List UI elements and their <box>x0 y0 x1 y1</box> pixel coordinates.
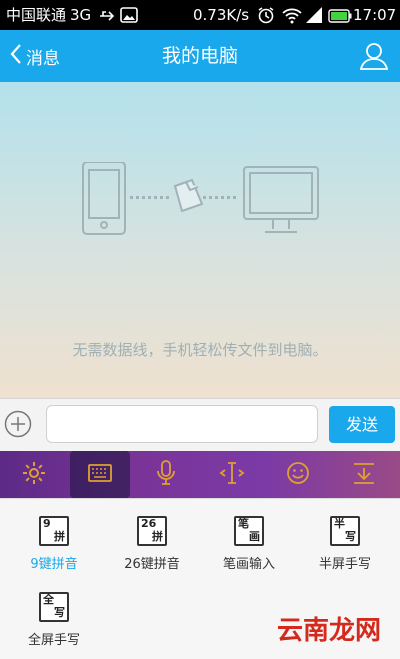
input-method-full-handwriting[interactable]: 全 写 全屏手写 <box>6 592 102 648</box>
cursor-button[interactable] <box>202 451 262 498</box>
emoji-icon <box>286 461 310 489</box>
add-attachment-button[interactable] <box>4 410 32 438</box>
plus-icon <box>4 410 32 442</box>
key-top-char: 笔 <box>238 517 249 530</box>
keyboard-button[interactable] <box>70 451 130 498</box>
input-method-9key-pinyin[interactable]: 9 拼 9键拼音 <box>6 516 102 572</box>
key-bottom-char: 写 <box>54 606 65 619</box>
key-bottom-char: 写 <box>345 530 356 543</box>
network-type: 3G <box>70 6 92 24</box>
alarm-icon <box>257 6 275 28</box>
network-speed: 0.73K/s <box>193 6 250 24</box>
settings-icon <box>22 461 46 489</box>
phone-icon <box>82 161 126 235</box>
key-icon: 全 写 <box>39 592 69 622</box>
signal-icon <box>305 6 323 28</box>
chat-area: 无需数据线，手机轻松传文件到电脑。 <box>0 82 400 398</box>
keyboard-toolbar <box>0 451 400 498</box>
hide-keyboard-icon <box>352 460 376 490</box>
status-bar: 中国联通 3G 0.73K/s 17:07 <box>0 0 400 30</box>
watermark-text: 云南龙网 <box>276 616 381 646</box>
page-title: 我的电脑 <box>161 45 238 67</box>
input-method-label: 26键拼音 <box>124 557 180 572</box>
input-method-label: 全屏手写 <box>27 633 80 648</box>
input-method-label: 半屏手写 <box>318 557 371 572</box>
file-icon <box>173 178 204 213</box>
key-top-char: 26 <box>141 517 157 530</box>
key-bottom-char: 拼 <box>54 530 65 543</box>
cursor-icon <box>219 460 245 490</box>
transfer-hint: 无需数据线，手机轻松传文件到电脑。 <box>72 341 328 359</box>
hide-keyboard-button[interactable] <box>334 451 394 498</box>
key-top-char: 半 <box>334 517 345 530</box>
key-bottom-char: 拼 <box>152 530 163 543</box>
input-method-half-handwriting[interactable]: 半 写 半屏手写 <box>297 516 393 572</box>
app-header: 消息 我的电脑 <box>0 30 400 82</box>
send-button[interactable]: 发送 <box>329 406 395 443</box>
battery-icon <box>328 8 352 27</box>
key-icon: 笔 画 <box>234 516 264 546</box>
dots-right <box>203 196 236 199</box>
key-bottom-char: 画 <box>249 530 260 543</box>
wifi-icon <box>281 6 303 28</box>
input-method-26key-pinyin[interactable]: 26 拼 26键拼音 <box>104 516 200 572</box>
image-icon <box>120 7 138 27</box>
key-top-char: 全 <box>43 593 54 606</box>
message-input[interactable] <box>46 405 318 443</box>
keyboard-icon <box>88 463 112 486</box>
input-method-label: 9键拼音 <box>30 557 78 572</box>
input-method-label: 笔画输入 <box>222 557 275 572</box>
input-method-stroke[interactable]: 笔 画 笔画输入 <box>201 516 297 572</box>
usb-icon <box>98 8 116 27</box>
key-icon: 半 写 <box>330 516 360 546</box>
profile-button[interactable] <box>358 40 390 72</box>
voice-input-button[interactable] <box>136 451 196 498</box>
carrier-name: 中国联通 <box>6 6 67 24</box>
input-bar: 发送 <box>0 398 400 451</box>
dots-left <box>130 196 169 199</box>
user-icon <box>358 43 390 76</box>
monitor-icon <box>243 166 319 233</box>
emoji-button[interactable] <box>268 451 328 498</box>
microphone-icon <box>156 459 176 490</box>
clock: 17:07 <box>353 6 397 24</box>
key-top-char: 9 <box>43 517 51 530</box>
key-icon: 26 拼 <box>137 516 167 546</box>
transfer-illustration <box>78 161 323 322</box>
watermark: 云南龙网 <box>262 611 396 651</box>
key-icon: 9 拼 <box>39 516 69 546</box>
keyboard-settings-button[interactable] <box>4 451 64 498</box>
